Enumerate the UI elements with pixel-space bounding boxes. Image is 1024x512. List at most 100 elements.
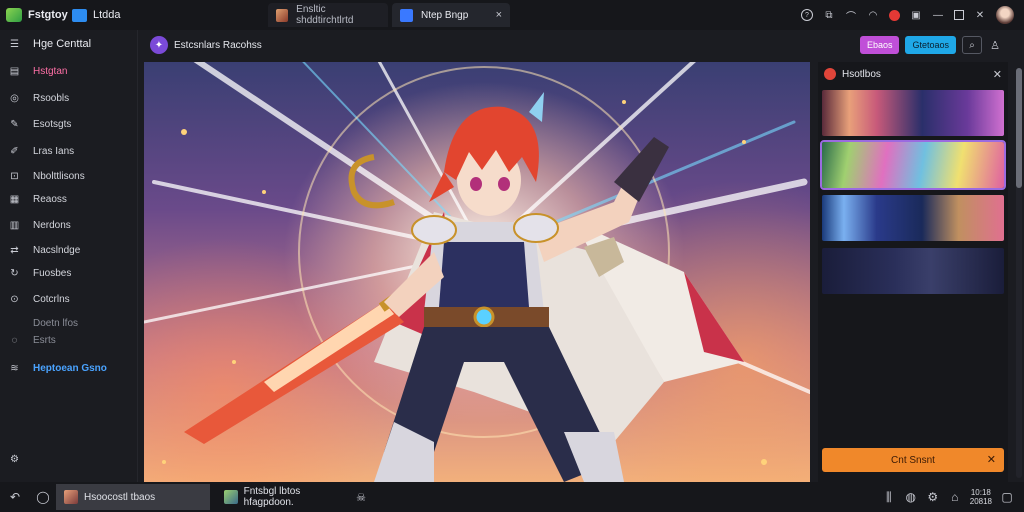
sidebar-item-label: Esrts bbox=[33, 335, 56, 346]
system-tray: ⫼ ◍ ⚙ ⌂ 10:18 20818 ▢ bbox=[882, 488, 1024, 506]
blue-action-button[interactable]: Gtetoaos bbox=[905, 36, 956, 54]
belt-gem bbox=[473, 306, 495, 328]
cast-icon[interactable]: ⌒ bbox=[845, 9, 857, 23]
share-icon: ⇄ bbox=[10, 245, 19, 256]
chat-icon[interactable]: ⌕ bbox=[962, 36, 982, 54]
taskbar-item-label: Fntsbgl lbtos hfagpdoon. bbox=[243, 486, 301, 508]
sidebar-item-list[interactable]: ▥ Nerdons bbox=[8, 220, 71, 231]
pen-icon: ✎ bbox=[10, 119, 19, 130]
sidebar-item-stack[interactable]: ≋ Heptoean Gsno bbox=[8, 363, 107, 374]
notification-icon[interactable]: ▢ bbox=[1000, 490, 1014, 504]
brand[interactable]: Fstgtoy bbox=[0, 8, 72, 22]
browser-tab-2[interactable]: Ntep Bngp × bbox=[392, 3, 510, 27]
sidebar-item-grid[interactable]: ▦ Reaoss bbox=[8, 194, 67, 205]
screenshot-icon[interactable]: ⧉ bbox=[823, 9, 835, 21]
tray-chart-icon[interactable]: ⫼ bbox=[882, 490, 896, 504]
sidebar-item-label: Reaoss bbox=[33, 194, 67, 205]
hair-ornament bbox=[529, 92, 544, 122]
compass-icon: ⊙ bbox=[10, 294, 19, 305]
result-thumbnail-selected[interactable] bbox=[820, 140, 1006, 190]
sidebar-item-share[interactable]: ⇄ Nacslndge bbox=[8, 245, 80, 256]
sidebar-item-label: Fuosbes bbox=[33, 268, 72, 279]
tab-favicon-icon bbox=[276, 8, 289, 22]
tray-settings-icon[interactable]: ⚙ bbox=[926, 490, 940, 504]
app-window: Fstgtoy Ltdda Ensltic shddtirchtlrtd Nte… bbox=[0, 0, 1024, 512]
bulb-icon: ◌ bbox=[11, 335, 18, 346]
scrollbar-thumb[interactable] bbox=[1016, 68, 1022, 188]
help-icon[interactable]: ? bbox=[801, 9, 813, 21]
sidebar-item-label: Esotsgts bbox=[33, 119, 72, 130]
close-icon[interactable]: ✕ bbox=[987, 453, 996, 466]
grid-icon: ▦ bbox=[9, 194, 20, 205]
main-header: ✦ Estcsnlars Racohss Ebaos Gtetoaos ⌕ ♙ bbox=[142, 30, 1024, 60]
taskbar-item-1[interactable]: Hsoocostl tbaos bbox=[56, 484, 210, 510]
sidebar-item-edit[interactable]: ✎ Esotsgts bbox=[8, 119, 71, 130]
sidebar-item-label: Doetn lfos bbox=[33, 318, 79, 329]
sidebar-item-brush[interactable]: ✐ Lras Ians bbox=[8, 146, 74, 157]
sidebar-item-info[interactable]: Doetn lfos bbox=[8, 318, 78, 329]
sidebar-item-label: Nacslndge bbox=[33, 245, 81, 256]
header-actions: Ebaos Gtetoaos ⌕ ♙ bbox=[859, 36, 1024, 54]
image-icon: ⊡ bbox=[10, 171, 19, 182]
maximize-icon[interactable] bbox=[954, 10, 964, 20]
tab-label: Ensltic shddtirchtlrtd bbox=[296, 4, 354, 26]
wifi-icon[interactable]: ◠ bbox=[867, 9, 879, 21]
sidebar-item-rotate[interactable]: ◎ Rsoobls bbox=[8, 93, 69, 104]
main-area: ✦ Estcsnlars Racohss Ebaos Gtetoaos ⌕ ♙ bbox=[142, 30, 1024, 482]
taskbar-thumb-icon bbox=[64, 490, 78, 504]
brush-icon: ✐ bbox=[10, 146, 19, 157]
chat-bubble-icon[interactable]: ◯ bbox=[36, 490, 50, 504]
sidebar-item-ideas[interactable]: ◌ Esrts bbox=[8, 335, 56, 346]
taskbar-item-2[interactable]: Fntsbgl lbtos hfagpdoon. ☠ bbox=[216, 484, 374, 510]
shoulder-right bbox=[513, 213, 559, 243]
tab-close-icon[interactable]: × bbox=[496, 9, 502, 21]
close-icon[interactable]: ✕ bbox=[974, 9, 986, 21]
panel-logo-icon bbox=[824, 68, 836, 80]
user-icon[interactable]: ♙ bbox=[988, 37, 1002, 53]
sidebar-item-compass[interactable]: ⊙ Cotcrlns bbox=[8, 294, 70, 305]
eye-right bbox=[498, 177, 510, 191]
result-thumbnail[interactable] bbox=[822, 248, 1004, 294]
minimize-icon[interactable]: — bbox=[932, 9, 944, 21]
list-icon: ▥ bbox=[9, 220, 20, 231]
result-thumbnail[interactable] bbox=[822, 90, 1004, 136]
artwork-illustration bbox=[144, 62, 810, 482]
pink-action-button[interactable]: Ebaos bbox=[859, 36, 900, 54]
tab-favicon-icon bbox=[400, 8, 413, 22]
browser-tab-1[interactable]: Ensltic shddtirchtlrtd bbox=[268, 3, 388, 27]
app-switcher[interactable]: Ltdda bbox=[72, 8, 192, 22]
panel-scrollbar[interactable] bbox=[1016, 68, 1022, 478]
skull-icon[interactable]: ☠ bbox=[356, 491, 366, 504]
taskbar-item-label: Hsoocostl tbaos bbox=[84, 491, 156, 503]
eye-left bbox=[470, 177, 482, 191]
avatar[interactable] bbox=[996, 6, 1014, 24]
record-icon[interactable] bbox=[889, 9, 900, 21]
sidebar-settings[interactable]: ⚙ bbox=[8, 454, 21, 465]
undo-icon[interactable]: ↶ bbox=[8, 490, 22, 504]
sidebar-item-refresh[interactable]: ↻ Fuosbes bbox=[8, 268, 71, 279]
body-suit bbox=[439, 242, 529, 307]
rotate-icon: ◎ bbox=[10, 93, 19, 104]
artwork-canvas[interactable] bbox=[144, 62, 810, 482]
tray-gift-icon[interactable]: ⌂ bbox=[948, 490, 962, 504]
tray-globe-icon[interactable]: ◍ bbox=[904, 490, 918, 504]
sidebar-item-label: Lras Ians bbox=[33, 146, 75, 157]
sidebar-item-label: Cotcrlns bbox=[33, 294, 70, 305]
generate-button[interactable]: Cnt Snsnt ✕ bbox=[822, 448, 1004, 472]
project-icon[interactable]: ✦ bbox=[150, 36, 168, 54]
result-thumbnail[interactable] bbox=[822, 195, 1004, 241]
stack-icon: ≋ bbox=[10, 363, 19, 374]
brand-name: Fstgtoy bbox=[28, 9, 68, 21]
gallery-icon: ▤ bbox=[9, 66, 20, 77]
layout-icon: ☰ bbox=[10, 38, 19, 50]
sidebar-item-images[interactable]: ⊡ Nbolttlisons bbox=[8, 171, 84, 182]
title-bar: Fstgtoy Ltdda Ensltic shddtirchtlrtd Nte… bbox=[0, 0, 1024, 30]
video-icon[interactable]: ▣ bbox=[910, 9, 922, 21]
sidebar-item-home[interactable]: ☰ Hge Centtal bbox=[8, 38, 91, 50]
close-icon[interactable]: ✕ bbox=[993, 68, 1002, 81]
refresh-icon: ↻ bbox=[10, 268, 19, 279]
sidebar-item-label: Rsoobls bbox=[33, 93, 70, 104]
clock-date: 20818 bbox=[969, 497, 992, 506]
clock[interactable]: 10:18 20818 bbox=[970, 488, 992, 506]
sidebar-item-gallery[interactable]: ▤ Hstgtan bbox=[8, 66, 68, 77]
